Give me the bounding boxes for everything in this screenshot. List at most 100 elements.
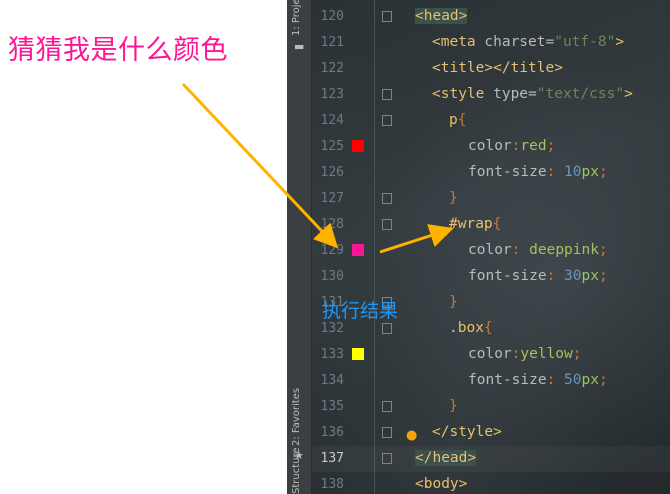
code-token: deeppink bbox=[529, 242, 599, 258]
code-token: { bbox=[483, 320, 493, 336]
code-line: 125 color:red; bbox=[312, 134, 670, 160]
code-token: color bbox=[468, 242, 512, 258]
code-line: 129 color: deeppink; bbox=[312, 238, 670, 264]
caption-text: 猜猜我是什么颜色 bbox=[8, 35, 228, 66]
line-number: 123 bbox=[320, 87, 344, 102]
code-line: 123 <style type="text/css"> bbox=[312, 82, 670, 108]
fold-marker-icon[interactable] bbox=[382, 427, 392, 438]
code-token: <head> bbox=[415, 8, 468, 24]
tool-window-sidebar: 1: Project ▬ 2: Favorites ★ Structure bbox=[287, 0, 312, 494]
code-token: charset bbox=[484, 34, 546, 50]
code-token: 30 bbox=[564, 268, 582, 284]
code-token: </style> bbox=[432, 424, 502, 440]
fold-marker-icon[interactable] bbox=[382, 11, 392, 22]
line-number: 137 bbox=[320, 451, 344, 466]
code-line: 133 color:yellow; bbox=[312, 342, 670, 368]
lightbulb-icon[interactable]: ● bbox=[406, 428, 417, 443]
line-number: 128 bbox=[320, 217, 344, 232]
line-number: 136 bbox=[320, 425, 344, 440]
code-token: : bbox=[546, 164, 565, 180]
folder-icon: ▬ bbox=[294, 40, 305, 53]
code-token: font-size bbox=[468, 164, 547, 180]
project-tab[interactable]: 1: Project bbox=[291, 0, 302, 36]
result-label: 执行结果 bbox=[322, 300, 399, 322]
code-token: color bbox=[468, 138, 512, 154]
code-token: px bbox=[581, 268, 599, 284]
line-number: 122 bbox=[320, 61, 344, 76]
favorites-tab[interactable]: 2: Favorites bbox=[291, 388, 302, 446]
code-token: ; bbox=[546, 138, 556, 154]
structure-tab[interactable]: Structure bbox=[291, 447, 302, 494]
code-line: 126 font-size: 10px; bbox=[312, 160, 670, 186]
code-token: ; bbox=[598, 164, 608, 180]
code-token: } bbox=[449, 398, 458, 414]
code-token: ; bbox=[598, 268, 608, 284]
code-line: 122 <title></title> bbox=[312, 56, 670, 82]
code-token: ; bbox=[598, 242, 608, 258]
code-token: </head> bbox=[415, 450, 477, 466]
annotation-area bbox=[0, 0, 287, 494]
code-token: "utf-8" bbox=[554, 34, 616, 50]
code-token: <meta bbox=[432, 34, 485, 50]
line-number: 132 bbox=[320, 321, 344, 336]
code-token: { bbox=[457, 112, 467, 128]
code-editor[interactable]: 120 <head> 121 <meta charset="utf-8"> 12… bbox=[312, 0, 670, 494]
code-token: > bbox=[615, 34, 625, 50]
code-token: 10 bbox=[564, 164, 582, 180]
fold-marker-icon[interactable] bbox=[382, 193, 392, 204]
code-token: = bbox=[528, 86, 537, 102]
code-token: : bbox=[511, 242, 530, 258]
code-line: 138 <body> bbox=[312, 472, 670, 494]
line-number: 135 bbox=[320, 399, 344, 414]
code-token: color bbox=[468, 346, 512, 362]
code-token: <title></title> bbox=[432, 60, 563, 76]
code-token: px bbox=[581, 372, 599, 388]
code-line: 120 <head> bbox=[312, 4, 670, 30]
code-token: font-size bbox=[468, 372, 547, 388]
line-number: 127 bbox=[320, 191, 344, 206]
code-token: .box bbox=[449, 320, 484, 336]
line-number: 126 bbox=[320, 165, 344, 180]
line-number: 134 bbox=[320, 373, 344, 388]
code-token: : bbox=[546, 372, 565, 388]
fold-marker-icon[interactable] bbox=[382, 323, 392, 334]
fold-marker-icon[interactable] bbox=[382, 115, 392, 126]
code-token: <style bbox=[432, 86, 494, 102]
line-number: 121 bbox=[320, 35, 344, 50]
code-token: > bbox=[624, 86, 633, 102]
line-number: 138 bbox=[320, 477, 344, 492]
line-number: 130 bbox=[320, 269, 344, 284]
code-token: red bbox=[520, 138, 547, 154]
code-token: yellow bbox=[520, 346, 573, 362]
fold-marker-icon[interactable] bbox=[382, 89, 392, 100]
code-line: 128 #wrap{ bbox=[312, 212, 670, 238]
code-token: font-size bbox=[468, 268, 547, 284]
code-line: 130 font-size: 30px; bbox=[312, 264, 670, 290]
code-line: 127 } bbox=[312, 186, 670, 212]
code-token: #wrap bbox=[449, 216, 493, 232]
line-number: 125 bbox=[320, 139, 344, 154]
fold-marker-icon[interactable] bbox=[382, 401, 392, 412]
code-line-current: 137 </head> bbox=[312, 446, 670, 472]
color-swatch-yellow[interactable] bbox=[352, 348, 364, 360]
code-token: : bbox=[546, 268, 565, 284]
fold-marker-icon[interactable] bbox=[382, 219, 392, 230]
code-token: 50 bbox=[564, 372, 582, 388]
line-number: 129 bbox=[320, 243, 344, 258]
code-token: } bbox=[449, 190, 458, 206]
code-token: = bbox=[545, 34, 555, 50]
code-token: } bbox=[449, 294, 458, 310]
fold-marker-icon[interactable] bbox=[382, 453, 392, 464]
color-swatch-deeppink[interactable] bbox=[352, 244, 364, 256]
line-number: 124 bbox=[320, 113, 344, 128]
code-line: 124 p{ bbox=[312, 108, 670, 134]
code-token: { bbox=[492, 216, 502, 232]
code-line: 135 } bbox=[312, 394, 670, 420]
line-number: 120 bbox=[320, 9, 344, 24]
code-token: ; bbox=[598, 372, 608, 388]
color-swatch-red[interactable] bbox=[352, 140, 364, 152]
code-line: 136 </style> bbox=[312, 420, 670, 446]
code-token: type bbox=[493, 86, 529, 102]
code-line: 134 font-size: 50px; bbox=[312, 368, 670, 394]
line-number: 133 bbox=[320, 347, 344, 362]
